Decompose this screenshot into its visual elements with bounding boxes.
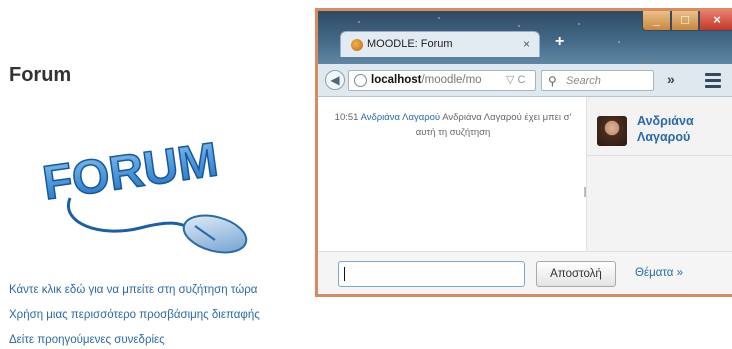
tab-title: MOODLE: Forum [367, 38, 453, 50]
resize-handle[interactable] [584, 187, 586, 197]
user-list-item[interactable]: Ανδριάνα Λαγαρού [587, 111, 732, 156]
user-name[interactable]: Ανδριάνα Λαγαρού [637, 113, 694, 145]
avatar [597, 116, 627, 146]
search-icon: ⚲ [548, 74, 557, 88]
close-window-button[interactable]: × [699, 11, 732, 31]
minimize-button[interactable]: _ [642, 11, 671, 31]
accessible-interface-link[interactable]: Χρήση μιας περισσότερο προσβάσιμης διεπα… [9, 309, 260, 321]
globe-icon [354, 74, 367, 87]
navigation-bar: ◀ localhost/moodle/mo ▽ C ⚲ Search » [318, 64, 732, 97]
browser-window: _ □ × MOODLE: Forum × + ◀ localhost/mood… [315, 8, 732, 297]
search-input[interactable]: ⚲ Search [541, 70, 654, 91]
browser-tab[interactable]: MOODLE: Forum × [340, 31, 540, 57]
forum-logo: FORUM [39, 133, 248, 254]
message-user[interactable]: Ανδριάνα Λαγαρού [361, 112, 441, 123]
title-bar: _ □ × MOODLE: Forum × + [318, 11, 732, 64]
chat-input-bar: Αποστολή Θέματα » [318, 251, 732, 294]
firefox-icon [351, 39, 363, 51]
past-sessions-link[interactable]: Δείτε προηγούμενες συνεδρίες [9, 334, 165, 346]
search-placeholder: Search [566, 75, 601, 87]
send-button[interactable]: Αποστολή [536, 261, 616, 287]
forum-logo-text: FORUM [40, 133, 222, 210]
text-caret [344, 267, 345, 281]
message-text: Ανδριάνα Λαγαρού έχει μπει σ' αυτή τη συ… [415, 112, 572, 138]
back-arrow-icon[interactable]: ◀ [325, 70, 345, 90]
maximize-button[interactable]: □ [671, 11, 699, 31]
enter-chat-link[interactable]: Κάντε κλικ εδώ για να μπείτε στη συζήτησ… [9, 284, 257, 296]
themes-link[interactable]: Θέματα » [635, 267, 683, 279]
message-input[interactable] [338, 261, 525, 287]
user-list: Ανδριάνα Λαγαρού [587, 97, 732, 251]
url-text: localhost/moodle/mo [371, 74, 482, 86]
page-title: Forum [9, 64, 72, 86]
tab-close-icon[interactable]: × [523, 37, 530, 51]
overflow-chevron-icon[interactable]: » [667, 71, 675, 87]
chat-message: 10:51 Ανδριάνα Λαγαρού Ανδριάνα Λαγαρού … [328, 110, 578, 140]
url-bar[interactable]: localhost/moodle/mo ▽ C [348, 70, 536, 91]
menu-icon[interactable] [702, 70, 724, 90]
message-time: 10:51 [334, 112, 359, 123]
reload-icon[interactable]: ▽ C [506, 73, 525, 86]
new-tab-button[interactable]: + [555, 33, 564, 51]
chat-messages: 10:51 Ανδριάνα Λαγαρού Ανδριάνα Λαγαρού … [318, 97, 586, 251]
